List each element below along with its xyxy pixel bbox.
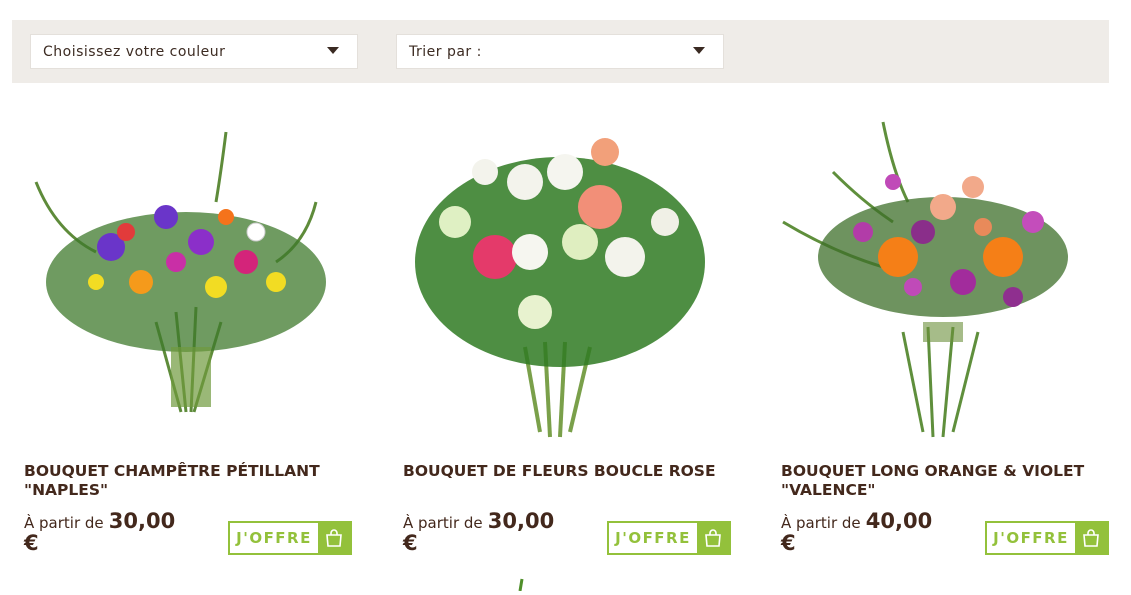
product-title[interactable]: BOUQUET LONG ORANGE & VIOLET "VALENCE" [781, 462, 1101, 500]
product-price: À partir de 30,00 € [24, 509, 224, 555]
product-card: BOUQUET CHAMPÊTRE PÉTILLANT "NAPLES" À p… [16, 112, 352, 572]
product-card: BOUQUET DE FLEURS BOUCLE ROSE À partir d… [395, 112, 731, 572]
chevron-down-icon [327, 47, 339, 54]
offer-button-label: J'OFFRE [615, 529, 691, 547]
filter-bar: Choisissez votre couleur Trier par : [12, 20, 1109, 83]
offer-button[interactable]: J'OFFRE [985, 521, 1109, 555]
color-select[interactable]: Choisissez votre couleur [30, 34, 358, 69]
shopping-bag-icon [697, 523, 729, 553]
offer-button[interactable]: J'OFFRE [607, 521, 731, 555]
flower-bouquet-image [415, 138, 705, 438]
product-image-link[interactable] [395, 112, 731, 447]
shopping-bag-icon [318, 523, 350, 553]
offer-button-label: J'OFFRE [993, 529, 1069, 547]
product-price: À partir de 30,00 € [403, 509, 603, 555]
offer-button[interactable]: J'OFFRE [228, 521, 352, 555]
product-image-link[interactable] [773, 112, 1109, 447]
price-amount: 40,00 [865, 509, 933, 533]
price-amount: 30,00 [108, 509, 176, 533]
flower-bouquet-image [34, 131, 326, 413]
sort-select[interactable]: Trier par : [396, 34, 724, 69]
price-prefix: À partir de [24, 514, 104, 532]
product-title[interactable]: BOUQUET CHAMPÊTRE PÉTILLANT "NAPLES" [24, 462, 344, 500]
price-amount: 30,00 [487, 509, 555, 533]
product-price: À partir de 40,00 € [781, 509, 981, 555]
next-products-row [0, 575, 1131, 592]
price-currency: € [781, 531, 796, 555]
offer-button-label: J'OFFRE [236, 529, 312, 547]
color-select-label: Choisissez votre couleur [43, 43, 226, 60]
price-prefix: À partir de [403, 514, 483, 532]
shopping-bag-icon [1075, 523, 1107, 553]
product-image-link[interactable] [16, 112, 352, 447]
price-currency: € [403, 531, 418, 555]
price-currency: € [24, 531, 39, 555]
product-title[interactable]: BOUQUET DE FLEURS BOUCLE ROSE [403, 462, 723, 481]
product-card: BOUQUET LONG ORANGE & VIOLET "VALENCE" À… [773, 112, 1109, 572]
chevron-down-icon [693, 47, 705, 54]
flower-bouquet-image [782, 121, 1068, 438]
sort-select-label: Trier par : [409, 43, 482, 60]
price-prefix: À partir de [781, 514, 861, 532]
